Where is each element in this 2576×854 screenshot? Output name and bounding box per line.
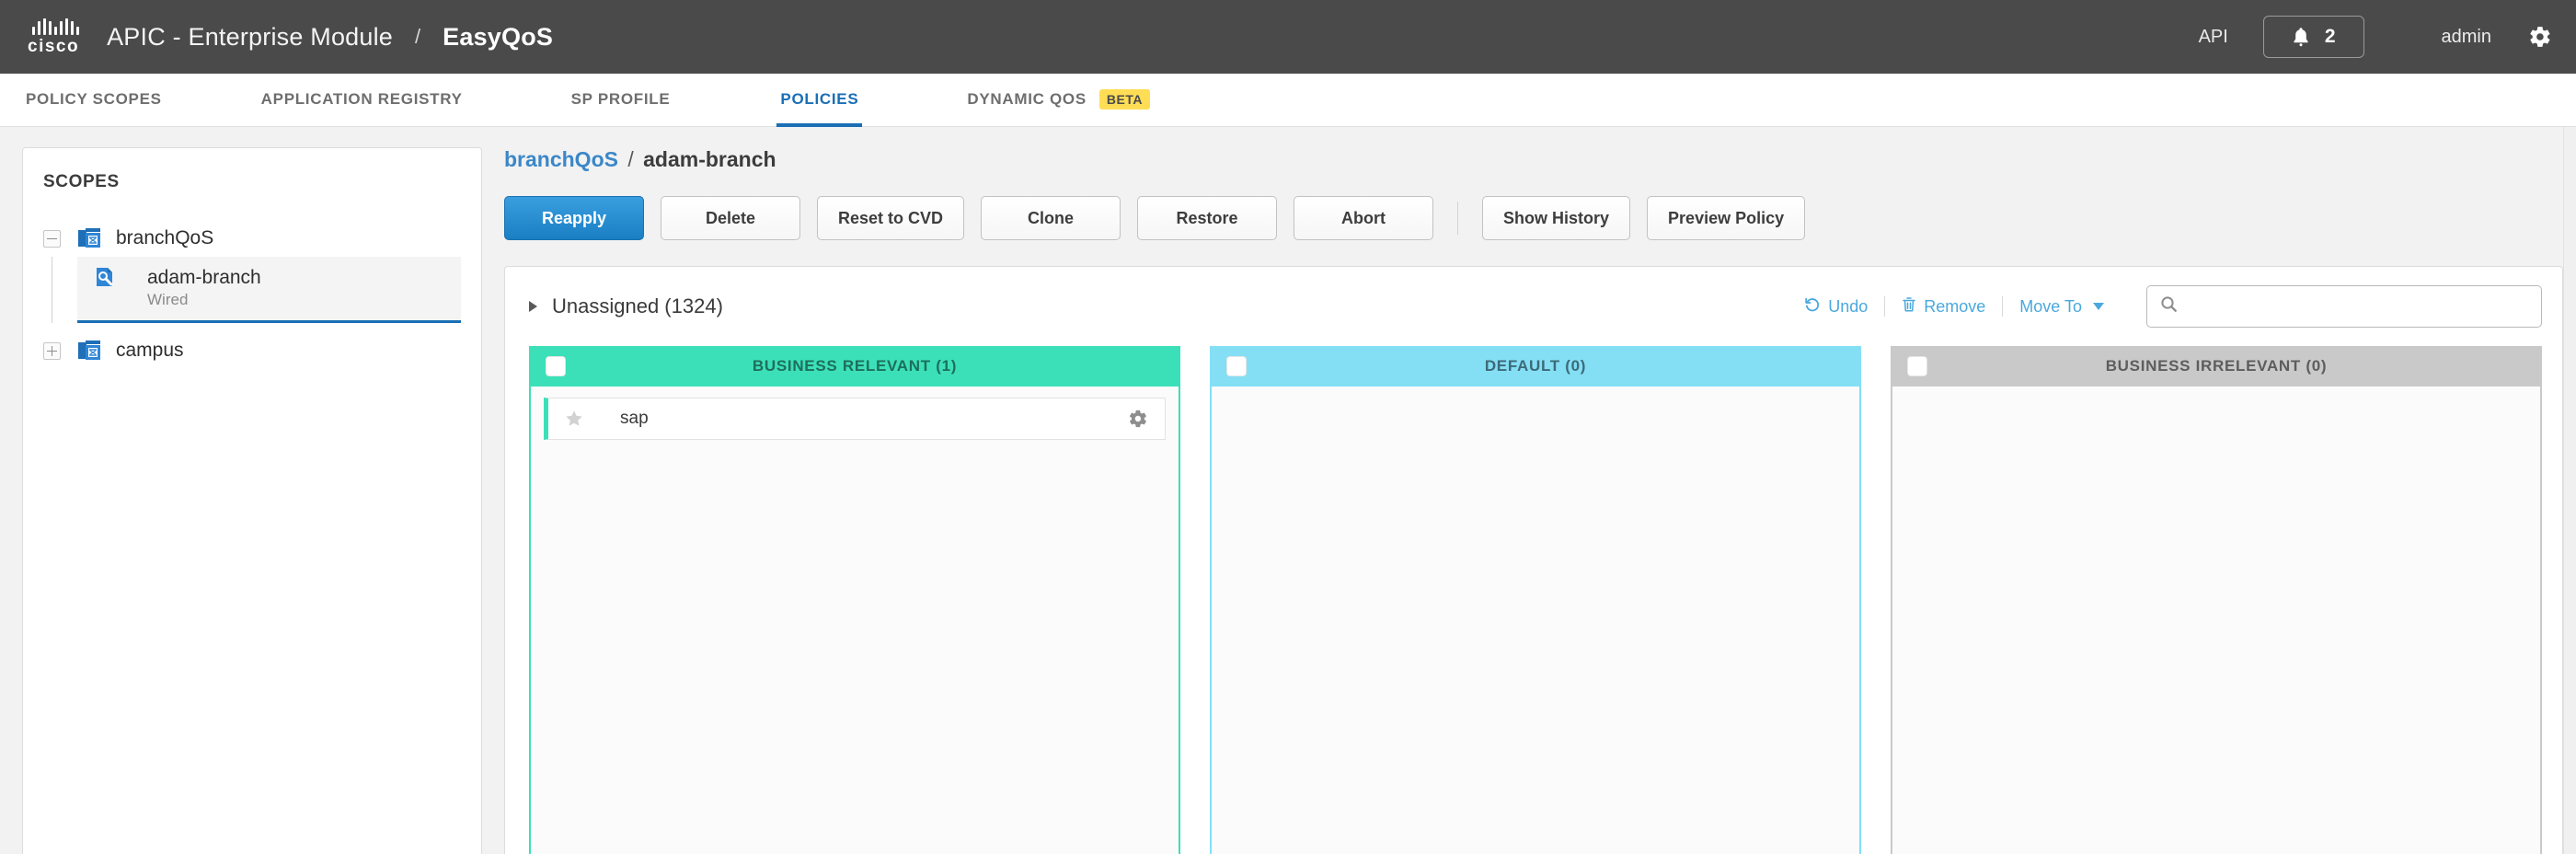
column-header: DEFAULT (0) [1210, 346, 1861, 387]
star-icon[interactable] [563, 408, 587, 430]
collapse-toggle-icon[interactable] [43, 229, 61, 248]
wired-scope-icon [94, 266, 118, 288]
delete-button[interactable]: Delete [661, 196, 800, 240]
tab-dynamic-qos[interactable]: DYNAMIC QOS BETA [963, 75, 1154, 127]
tab-label: DYNAMIC QOS [967, 89, 1087, 108]
column-body: sap [529, 387, 1180, 854]
title-separator: / [415, 25, 421, 48]
undo-label: Undo [1828, 296, 1869, 316]
main-content: branchQoS / adam-branch Reapply Delete R… [504, 147, 2576, 854]
application-settings-gear-icon[interactable] [1128, 409, 1148, 429]
undo-icon [1804, 296, 1821, 317]
top-header-bar: cisco APIC - Enterprise Module / EasyQoS… [0, 0, 2576, 74]
sidebar-item-adam-branch[interactable]: adam-branch Wired [77, 257, 461, 324]
sidebar-item-sublabel: Wired [147, 291, 189, 309]
tab-policies[interactable]: POLICIES [776, 75, 863, 127]
group-tools: Undo Remove Move To [1788, 285, 2542, 328]
select-all-checkbox[interactable] [1907, 356, 1927, 376]
expand-toggle-icon[interactable] [43, 341, 61, 360]
tree-rail [43, 257, 61, 324]
page-body: SCOPES branchQoS adam-branch Wired campu… [0, 127, 2576, 854]
app-title: APIC - Enterprise Module [107, 22, 394, 51]
clone-button[interactable]: Clone [981, 196, 1121, 240]
search-box[interactable] [2146, 285, 2542, 328]
remove-label: Remove [1924, 296, 1986, 316]
policy-action-toolbar: Reapply Delete Reset to CVD Clone Restor… [504, 196, 2563, 240]
notification-count: 2 [2324, 26, 2336, 47]
column-default: DEFAULT (0) [1210, 346, 1861, 854]
list-item[interactable]: sap [544, 398, 1166, 440]
unassigned-group-toggle[interactable]: Unassigned (1324) [529, 294, 723, 318]
user-menu[interactable]: admin [2442, 27, 2491, 48]
scope-folder-icon [77, 227, 101, 249]
search-icon [2160, 295, 2178, 317]
column-header: BUSINESS RELEVANT (1) [529, 346, 1180, 387]
cisco-logo: cisco [28, 18, 80, 56]
trash-icon [1902, 296, 1916, 317]
sidebar-title: SCOPES [43, 172, 120, 191]
column-header: BUSINESS IRRELEVANT (0) [1891, 346, 2542, 387]
move-to-dropdown[interactable]: Move To [2003, 297, 2121, 317]
select-all-checkbox[interactable] [1226, 356, 1247, 376]
tree-node-label: campus [116, 340, 184, 362]
chevron-right-icon [529, 301, 537, 312]
breadcrumb-separator: / [627, 147, 634, 171]
column-title: DEFAULT (0) [1484, 357, 1587, 375]
reapply-button[interactable]: Reapply [504, 196, 644, 240]
api-link[interactable]: API [2199, 27, 2228, 48]
tab-application-registry[interactable]: APPLICATION REGISTRY [258, 75, 466, 127]
page-scrollbar[interactable] [2563, 127, 2576, 854]
tab-label: APPLICATION REGISTRY [260, 89, 463, 108]
search-input[interactable] [2187, 286, 2528, 327]
tree-node-branchqos[interactable]: branchQoS [43, 220, 461, 257]
panel-header: Unassigned (1324) Undo Remove Move To [505, 267, 2562, 346]
unassigned-group-label: Unassigned (1324) [552, 294, 723, 317]
breadcrumb: branchQoS / adam-branch [504, 147, 2563, 172]
chevron-down-icon [2093, 303, 2104, 310]
tab-label: POLICIES [780, 89, 859, 108]
abort-button[interactable]: Abort [1294, 196, 1434, 240]
application-columns: BUSINESS RELEVANT (1) sap DEFAULT (0) BU… [505, 346, 2562, 854]
show-history-button[interactable]: Show History [1482, 196, 1631, 240]
column-body [1891, 387, 2542, 854]
cisco-bars-icon [32, 18, 80, 35]
sidebar-item-label: adam-branch [147, 267, 261, 288]
column-business-relevant: BUSINESS RELEVANT (1) sap [529, 346, 1180, 854]
scopes-sidebar: SCOPES branchQoS adam-branch Wired campu… [22, 147, 482, 854]
tab-sp-profile[interactable]: SP PROFILE [568, 75, 674, 127]
bell-icon [2292, 27, 2310, 47]
preview-policy-button[interactable]: Preview Policy [1647, 196, 1806, 240]
column-title: BUSINESS RELEVANT (1) [752, 357, 958, 375]
tree-node-campus[interactable]: campus [43, 332, 461, 369]
app-module-name: EasyQoS [443, 22, 554, 51]
primary-nav-tabs: POLICY SCOPES APPLICATION REGISTRY SP PR… [0, 74, 2576, 127]
tree-children-branchqos: adam-branch Wired [43, 257, 461, 324]
remove-button[interactable]: Remove [1885, 296, 2002, 317]
notifications-button[interactable]: 2 [2262, 16, 2364, 58]
breadcrumb-current: adam-branch [643, 147, 776, 171]
tab-policy-scopes[interactable]: POLICY SCOPES [22, 75, 166, 127]
restore-button[interactable]: Restore [1137, 196, 1278, 240]
header-right-controls: API 2 admin [2199, 16, 2552, 58]
beta-badge: BETA [1098, 88, 1150, 110]
column-title: BUSINESS IRRELEVANT (0) [2105, 357, 2328, 375]
tab-label: POLICY SCOPES [26, 89, 162, 108]
cisco-wordmark: cisco [28, 37, 80, 56]
undo-button[interactable]: Undo [1788, 296, 1884, 317]
tree-node-label: branchQoS [116, 227, 214, 248]
applications-panel: Unassigned (1324) Undo Remove Move To BU… [504, 266, 2563, 854]
sidebar-item-text: adam-branch Wired [147, 266, 261, 311]
scope-folder-icon [77, 340, 101, 362]
reset-to-cvd-button[interactable]: Reset to CVD [817, 196, 965, 240]
application-name: sap [620, 409, 649, 428]
column-business-irrelevant: BUSINESS IRRELEVANT (0) [1891, 346, 2542, 854]
breadcrumb-parent-link[interactable]: branchQoS [504, 147, 618, 171]
settings-gear-icon[interactable] [2528, 25, 2552, 49]
select-all-checkbox[interactable] [546, 356, 566, 376]
toolbar-divider [1457, 202, 1459, 235]
tab-label: SP PROFILE [570, 89, 671, 108]
move-to-label: Move To [2019, 296, 2082, 316]
column-body [1210, 387, 1861, 854]
